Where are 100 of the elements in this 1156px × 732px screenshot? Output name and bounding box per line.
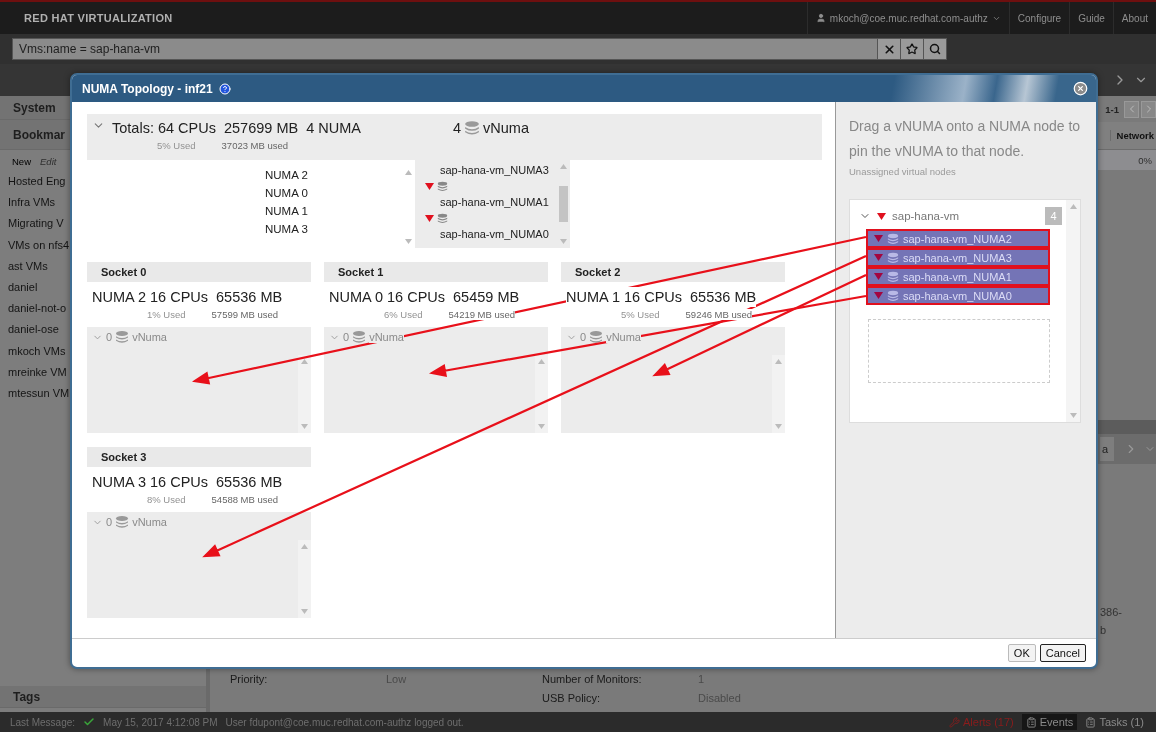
detail-label: Priority: bbox=[230, 672, 269, 685]
drop-zone[interactable] bbox=[868, 319, 1050, 383]
count-badge: 4 bbox=[1045, 207, 1062, 225]
scroll-down-icon[interactable] bbox=[301, 424, 308, 429]
layers-icon bbox=[115, 515, 130, 529]
vnuma-count: 0 bbox=[106, 516, 113, 528]
section-label: Unassigned virtual nodes bbox=[849, 166, 957, 177]
clear-button[interactable] bbox=[878, 38, 901, 60]
layers-icon bbox=[887, 232, 899, 245]
vnuma-node[interactable]: sap-hana-vm_NUMA1 bbox=[866, 267, 1050, 286]
vnuma-count: 0 bbox=[580, 331, 587, 343]
down-triangle-icon[interactable] bbox=[877, 212, 886, 220]
down-triangle-icon[interactable] bbox=[425, 214, 434, 222]
numa-node[interactable]: NUMA 3 bbox=[260, 220, 402, 238]
column-header[interactable]: Network bbox=[1109, 130, 1154, 141]
layers-icon bbox=[887, 270, 899, 283]
totals-numa: 4 NUMA bbox=[306, 119, 361, 138]
scroll-up-icon[interactable] bbox=[538, 359, 545, 364]
vnuma-node[interactable]: sap-hana-vm_NUMA0 bbox=[425, 226, 556, 242]
dialog-button[interactable]: Cancel bbox=[1039, 644, 1086, 662]
dialog-title: NUMA Topology - inf21 bbox=[82, 81, 213, 96]
instruction-text: Drag a vNUMA onto a NUMA node to pin the vNUMA to that node. bbox=[849, 117, 1082, 161]
detail-text: b bbox=[1100, 623, 1108, 638]
status-message: User fdupont@coe.muc.redhat.com-authz logged out. bbox=[225, 716, 464, 728]
vnuma-node[interactable]: sap-hana-vm_NUMA3 bbox=[425, 162, 556, 178]
memory-usage: 54588 MB used bbox=[211, 494, 279, 505]
vm-name[interactable]: sap-hana-vm bbox=[892, 210, 960, 222]
vnuma-label: vNuma bbox=[132, 331, 167, 343]
socket-title: Socket 1 bbox=[324, 262, 548, 282]
vnuma-label: vNuma bbox=[132, 516, 167, 528]
layers-icon bbox=[115, 330, 130, 344]
vnuma-node[interactable]: sap-hana-vm_NUMA2 bbox=[866, 229, 1050, 248]
sidebar-action[interactable]: New bbox=[12, 156, 31, 167]
scroll-down-icon[interactable] bbox=[775, 424, 782, 429]
layers-icon bbox=[437, 212, 448, 224]
totals-memory: 257699 MB bbox=[223, 119, 299, 138]
scroll-up-icon[interactable] bbox=[559, 164, 567, 169]
down-triangle-icon[interactable] bbox=[425, 182, 434, 190]
sub-tab[interactable]: a bbox=[1099, 437, 1114, 461]
close-icon[interactable] bbox=[1073, 81, 1088, 96]
clipboard-icon[interactable] bbox=[1085, 716, 1097, 728]
layers-icon bbox=[437, 180, 448, 192]
vnuma-label: vNuma bbox=[483, 120, 529, 136]
cpu-usage: 5% Used bbox=[621, 309, 660, 320]
scroll-up-icon[interactable] bbox=[775, 359, 782, 364]
help-icon[interactable] bbox=[218, 82, 231, 95]
vnuma-node[interactable]: sap-hana-vm_NUMA3 bbox=[866, 248, 1050, 267]
star-icon[interactable] bbox=[906, 43, 918, 55]
layers-icon bbox=[887, 251, 899, 264]
scroll-down-icon[interactable] bbox=[559, 239, 567, 244]
wrench-icon[interactable] bbox=[949, 716, 960, 728]
check-icon bbox=[83, 716, 96, 728]
tasks-button[interactable]: Tasks (1) bbox=[1081, 714, 1148, 730]
cpu-usage: 1% Used bbox=[147, 309, 186, 320]
vnuma-label: vNuma bbox=[606, 331, 641, 343]
layers-icon bbox=[464, 120, 481, 136]
socket-title: Socket 2 bbox=[561, 262, 785, 282]
vnuma-node[interactable]: sap-hana-vm_NUMA1 bbox=[425, 194, 556, 210]
numa-node[interactable]: NUMA 2 bbox=[260, 166, 402, 184]
socket-title: Socket 0 bbox=[87, 262, 311, 282]
memory-usage: 54219 MB used bbox=[448, 309, 516, 320]
scroll-down-icon[interactable] bbox=[1069, 413, 1077, 418]
memory-usage: 37023 MB used bbox=[221, 140, 289, 151]
cpu-usage: 5% Used bbox=[157, 140, 196, 151]
search-button[interactable] bbox=[924, 38, 947, 60]
clipboard-icon[interactable] bbox=[1025, 716, 1037, 728]
user-icon bbox=[815, 13, 826, 23]
scroll-down-icon[interactable] bbox=[538, 424, 545, 429]
table-cell: 0% bbox=[1138, 154, 1152, 166]
search-field[interactable]: Vms:name = sap-hana-vm bbox=[12, 38, 878, 60]
memory-usage: 59246 MB used bbox=[685, 309, 753, 320]
memory-usage: 57599 MB used bbox=[211, 309, 279, 320]
vnuma-count: 4 bbox=[453, 120, 462, 136]
pager-text: 1-1 bbox=[1105, 103, 1119, 115]
detail-label: Number of Monitors: bbox=[542, 672, 643, 685]
status-label: Last Message: bbox=[10, 716, 76, 728]
scroll-up-icon[interactable] bbox=[301, 359, 308, 364]
search-icon[interactable] bbox=[929, 43, 941, 55]
vnuma-label: vNuma bbox=[369, 331, 404, 343]
sidebar-header[interactable]: Tags bbox=[0, 686, 206, 708]
vnuma-node[interactable]: sap-hana-vm_NUMA0 bbox=[866, 286, 1050, 305]
scroll-up-icon[interactable] bbox=[301, 544, 308, 549]
numa-node[interactable]: NUMA 0 bbox=[260, 184, 402, 202]
dialog-button[interactable]: OK bbox=[1007, 644, 1036, 662]
totals-cpus: Totals: 64 CPUs bbox=[112, 119, 216, 138]
close-icon[interactable] bbox=[882, 42, 896, 56]
vnuma-count: 0 bbox=[106, 331, 113, 343]
bookmark-button[interactable] bbox=[901, 38, 924, 60]
layers-icon bbox=[589, 330, 604, 344]
scroll-down-icon[interactable] bbox=[405, 239, 412, 244]
events-button[interactable]: Events bbox=[1021, 714, 1078, 730]
detail-label: USB Policy: bbox=[542, 691, 602, 704]
numa-node[interactable]: NUMA 1 bbox=[260, 202, 402, 220]
scrollbar[interactable] bbox=[1066, 200, 1080, 422]
layers-icon bbox=[887, 289, 899, 302]
vnuma-count: 0 bbox=[343, 331, 350, 343]
status-time: May 15, 2017 4:12:08 PM bbox=[103, 716, 218, 728]
scroll-down-icon[interactable] bbox=[301, 609, 308, 614]
socket-title: Socket 3 bbox=[87, 447, 311, 467]
scroll-up-icon[interactable] bbox=[1069, 204, 1077, 209]
